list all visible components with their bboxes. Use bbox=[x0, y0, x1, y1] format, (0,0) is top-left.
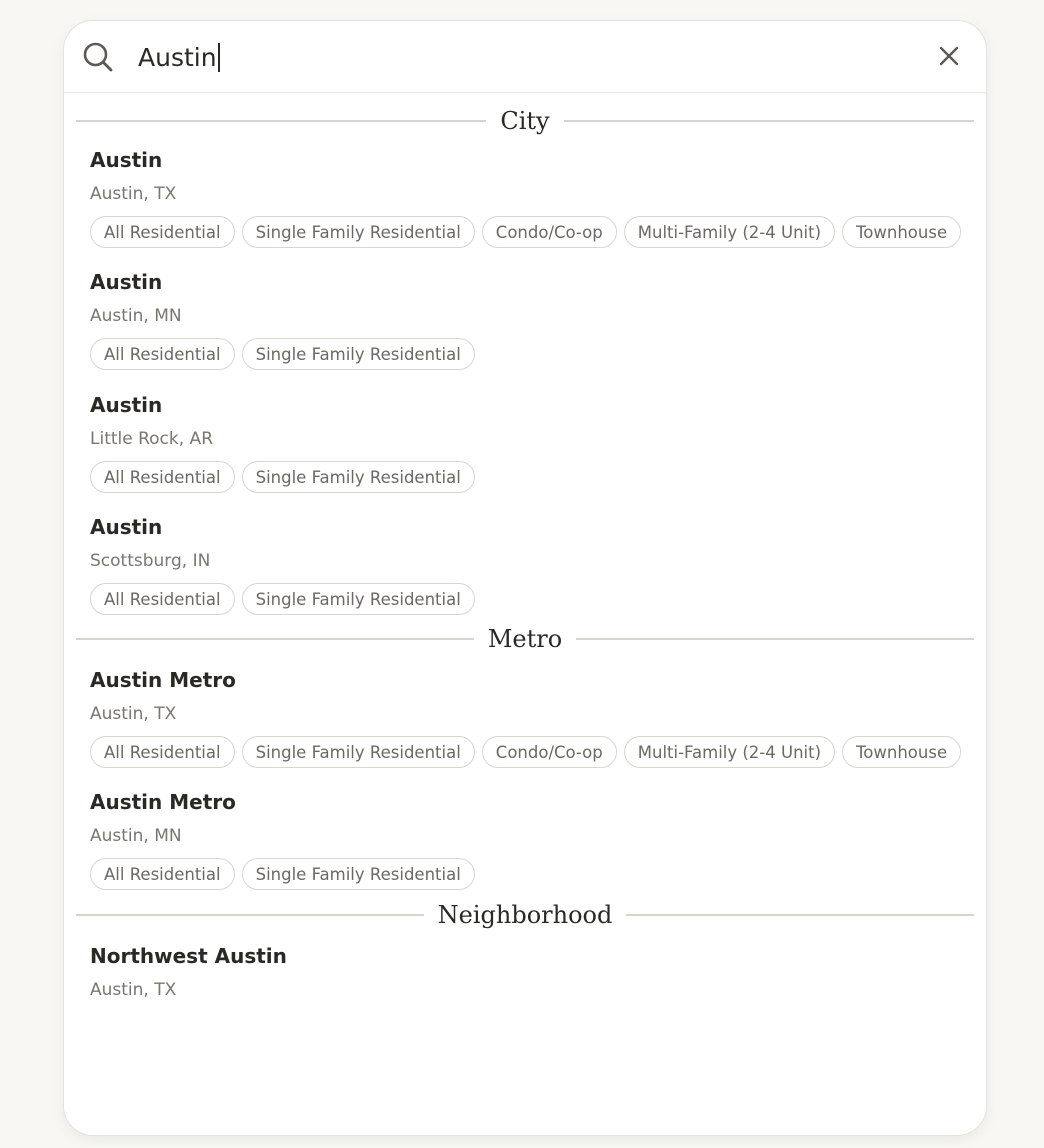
divider bbox=[576, 638, 974, 640]
search-icon bbox=[83, 42, 113, 72]
result-location: Little Rock, AR bbox=[90, 429, 214, 449]
section-header-metro: Metro bbox=[76, 623, 974, 655]
chip-all-residential[interactable]: All Residential bbox=[90, 461, 235, 493]
result-item[interactable]: Austin Scottsburg, IN All Residential Si… bbox=[64, 514, 986, 615]
result-location: Austin, TX bbox=[90, 980, 177, 1000]
chip-condo[interactable]: Condo/Co-op bbox=[481, 216, 617, 248]
chip-single-family[interactable]: Single Family Residential bbox=[241, 461, 475, 493]
chip-all-residential[interactable]: All Residential bbox=[90, 858, 235, 890]
result-title: Austin Metro bbox=[90, 668, 236, 692]
result-location: Austin, TX bbox=[90, 704, 177, 724]
section-header-neighborhood: Neighborhood bbox=[76, 899, 975, 931]
search-input[interactable]: Austin bbox=[138, 39, 918, 75]
chip-single-family[interactable]: Single Family Residential bbox=[241, 583, 475, 615]
chip-all-residential[interactable]: All Residential bbox=[90, 736, 235, 768]
divider bbox=[563, 120, 974, 122]
result-location: Austin, TX bbox=[90, 184, 177, 204]
chip-townhouse[interactable]: Townhouse bbox=[842, 736, 962, 768]
chip-single-family[interactable]: Single Family Residential bbox=[241, 338, 475, 370]
property-type-chips: All Residential Single Family Residentia… bbox=[90, 216, 970, 248]
result-location: Scottsburg, IN bbox=[90, 551, 211, 571]
chip-all-residential[interactable]: All Residential bbox=[90, 338, 235, 370]
property-type-chips: All Residential Single Family Residentia… bbox=[90, 461, 970, 493]
search-dropdown-panel: Austin City Austin Austin, TX All Reside… bbox=[63, 20, 987, 1136]
result-title: Austin Metro bbox=[90, 790, 236, 814]
chip-single-family[interactable]: Single Family Residential bbox=[241, 736, 475, 768]
result-title: Austin bbox=[90, 148, 163, 172]
result-item[interactable]: Austin Little Rock, AR All Residential S… bbox=[64, 392, 986, 493]
section-title: Metro bbox=[487, 625, 563, 653]
divider bbox=[76, 914, 424, 916]
chip-all-residential[interactable]: All Residential bbox=[90, 583, 235, 615]
section-title: Neighborhood bbox=[437, 901, 613, 929]
result-location: Austin, MN bbox=[90, 306, 182, 326]
chip-single-family[interactable]: Single Family Residential bbox=[241, 858, 475, 890]
text-caret bbox=[217, 42, 220, 72]
chip-condo[interactable]: Condo/Co-op bbox=[481, 736, 617, 768]
result-title: Austin bbox=[90, 515, 163, 539]
property-type-chips: All Residential Single Family Residentia… bbox=[90, 338, 970, 370]
result-item[interactable]: Northwest Austin Austin, TX bbox=[64, 943, 986, 1002]
chip-multi-family[interactable]: Multi-Family (2-4 Unit) bbox=[623, 736, 836, 768]
chip-townhouse[interactable]: Townhouse bbox=[842, 216, 962, 248]
divider bbox=[76, 638, 474, 640]
divider bbox=[76, 120, 487, 122]
section-header-city: City bbox=[76, 105, 974, 137]
property-type-chips: All Residential Single Family Residentia… bbox=[90, 736, 970, 768]
result-title: Austin bbox=[90, 270, 163, 294]
result-item[interactable]: Austin Metro Austin, TX All Residential … bbox=[64, 667, 986, 768]
close-icon[interactable] bbox=[934, 41, 964, 71]
property-type-chips: All Residential Single Family Residentia… bbox=[90, 858, 970, 890]
property-type-chips: All Residential Single Family Residentia… bbox=[90, 583, 970, 615]
chip-multi-family[interactable]: Multi-Family (2-4 Unit) bbox=[623, 216, 836, 248]
search-input-value: Austin bbox=[138, 42, 217, 72]
search-bar: Austin bbox=[64, 21, 986, 93]
chip-single-family[interactable]: Single Family Residential bbox=[241, 216, 475, 248]
result-title: Austin bbox=[90, 393, 163, 417]
result-location: Austin, MN bbox=[90, 826, 182, 846]
results-list: City Austin Austin, TX All Residential S… bbox=[64, 93, 986, 1135]
divider bbox=[626, 914, 975, 916]
result-item[interactable]: Austin Metro Austin, MN All Residential … bbox=[64, 789, 986, 890]
result-item[interactable]: Austin Austin, TX All Residential Single… bbox=[64, 147, 986, 248]
section-title: City bbox=[500, 107, 550, 135]
result-title: Northwest Austin bbox=[90, 944, 287, 968]
chip-all-residential[interactable]: All Residential bbox=[90, 216, 235, 248]
result-item[interactable]: Austin Austin, MN All Residential Single… bbox=[64, 269, 986, 370]
